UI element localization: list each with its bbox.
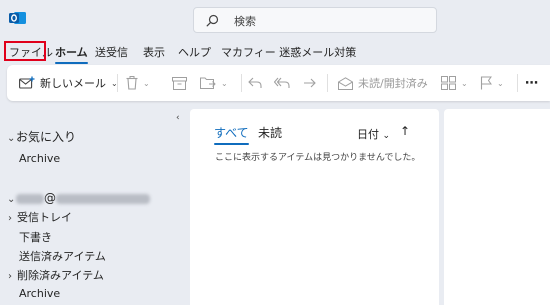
flag-icon [480,76,492,90]
forward-button[interactable] [303,65,317,101]
account-name-blurred [16,193,44,204]
collapse-pane-icon[interactable]: ‹ [176,113,180,123]
menu-send-receive[interactable]: 送受信 [95,44,128,60]
chevron-down-icon: ⌄ [7,194,16,205]
menu-view[interactable]: 表示 [143,44,165,60]
empty-list-message: ここに表示するアイテムは見つかりませんでした。 [215,153,421,163]
open-envelope-icon [338,76,353,90]
folder-item-favorites-archive[interactable]: Archive [19,152,60,165]
delete-dropdown-icon[interactable]: ⌄ [143,79,150,88]
sort-label: 日付 [357,128,379,141]
folder-item-drafts[interactable]: 下書き [19,229,52,245]
folder-item-deleted[interactable]: › 削除済みアイテム [8,267,104,283]
outlook-app-icon [9,12,26,24]
favorites-label: お気に入り [16,130,77,144]
mark-read-unread-button[interactable]: 未読/開封済み [338,65,428,101]
move-to-folder-icon [200,77,216,89]
favorites-header[interactable]: ⌄お気に入り [7,128,76,145]
ribbon-divider [241,74,242,92]
message-list: すべて 未読 日付 ⌄ ↑ ここに表示するアイテムは見つかりませんでした。 [190,109,439,305]
folder-label: 受信トレイ [17,211,72,224]
archive-icon [172,76,187,90]
sort-direction-icon[interactable]: ↑ [400,124,410,138]
flag-dropdown-icon[interactable]: ⌄ [497,79,504,88]
ribbon-divider [517,74,518,92]
move-button[interactable]: ⌄ [200,65,228,101]
menu-home[interactable]: ホーム [55,44,88,64]
account-domain-blurred [56,193,150,204]
title-bar: 検索 [0,0,550,40]
more-options-button[interactable]: ⋯ [525,65,538,101]
folder-label: 削除済みアイテム [17,269,104,282]
chevron-right-icon: › [8,213,12,224]
folder-item-inbox[interactable]: › 受信トレイ [8,209,72,225]
reading-pane [444,109,550,305]
new-mail-button[interactable]: 新しいメール ⌄ [19,65,118,101]
categorize-dropdown-icon[interactable]: ⌄ [461,79,468,88]
menu-mcafee-antispam[interactable]: マカフィー 迷惑メール対策 [221,44,356,60]
tab-all[interactable]: すべて [214,124,249,145]
menu-help[interactable]: ヘルプ [178,44,211,60]
file-menu-highlight [4,41,46,61]
new-mail-icon [19,76,35,89]
move-dropdown-icon[interactable]: ⌄ [221,79,228,88]
delete-button[interactable]: ⌄ [126,65,150,101]
ribbon-divider [117,74,118,92]
mark-read-unread-label: 未読/開封済み [358,77,428,90]
categorize-button[interactable]: ⌄ [441,65,468,101]
chevron-down-icon: ⌄ [382,131,391,141]
folder-item-sent[interactable]: 送信済みアイテム [19,248,106,264]
tab-unread[interactable]: 未読 [258,124,282,141]
archive-button[interactable] [172,65,187,101]
reply-all-icon [274,77,290,88]
folder-item-archive[interactable]: Archive [19,287,60,300]
search-icon [206,14,219,27]
ribbon-toolbar: 新しいメール ⌄ ⌄ ⌄ 未読/開封済み ⌄ ⌄ ⋯ [7,65,550,101]
forward-icon [304,78,316,88]
ribbon-divider [327,74,328,92]
sort-by-date-button[interactable]: 日付 ⌄ [357,126,390,142]
more-options-icon: ⋯ [525,75,538,91]
reply-icon [248,77,262,88]
account-at-sign: @ [44,191,56,205]
account-header[interactable]: ⌄ @ [7,191,150,205]
new-mail-label: 新しいメール [40,77,106,90]
search-box[interactable]: 検索 [193,7,437,33]
search-placeholder: 検索 [234,15,256,28]
delete-icon [126,76,138,90]
chevron-down-icon: ⌄ [7,133,16,144]
chevron-right-icon: › [8,271,12,282]
categorize-grid-icon [441,76,456,90]
reply-button[interactable] [248,65,262,101]
flag-button[interactable]: ⌄ [480,65,504,101]
reply-all-button[interactable] [274,65,290,101]
menu-bar: ファイル ホーム 送受信 表示 ヘルプ マカフィー 迷惑メール対策 [0,40,550,64]
